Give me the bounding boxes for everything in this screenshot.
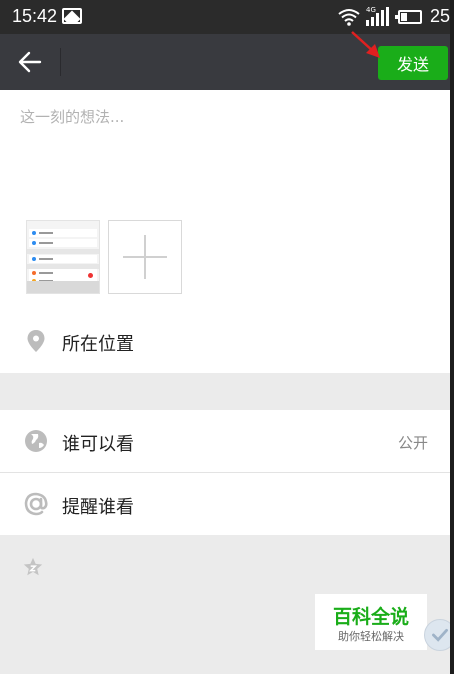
- visibility-value: 公开: [397, 434, 428, 452]
- watermark-logo: 百科全说 助你轻松解决: [315, 594, 427, 650]
- watermark-title: 百科全说: [332, 606, 409, 628]
- battery-level: 25: [430, 6, 451, 26]
- screen-edge: [450, 0, 454, 674]
- location-pin-icon: [27, 330, 45, 352]
- mention-label: 提醒谁看: [62, 497, 134, 518]
- add-photo-button[interactable]: [108, 220, 182, 294]
- battery-icon: [395, 10, 422, 24]
- thumb-footer: [27, 281, 99, 293]
- globe-icon: [25, 430, 47, 452]
- back-arrow-icon[interactable]: [18, 50, 42, 74]
- status-time: 15:42: [12, 6, 58, 26]
- attached-photo-thumbnail[interactable]: [26, 220, 100, 294]
- location-row[interactable]: 所在位置: [0, 310, 454, 372]
- thumb-row: [29, 229, 97, 237]
- post-text-input[interactable]: 这一刻的想法...: [20, 106, 124, 127]
- at-sign-icon: [24, 492, 48, 516]
- toolbar-divider: [60, 48, 61, 76]
- annotation-arrow: [351, 31, 380, 58]
- thumb-row: [29, 239, 97, 247]
- location-label: 所在位置: [62, 334, 134, 355]
- visibility-label: 谁可以看: [62, 434, 134, 455]
- thumb-badge: [88, 273, 93, 278]
- visibility-row[interactable]: 谁可以看 公开: [0, 410, 454, 472]
- thumb-row: [29, 269, 97, 277]
- thumb-separator: [27, 249, 99, 254]
- signal-icon: 4G: [366, 6, 390, 26]
- image-icon: [62, 8, 82, 24]
- mention-row[interactable]: 提醒谁看: [0, 473, 454, 535]
- watermark-subtitle: 助你轻松解决: [338, 630, 404, 643]
- network-type-label: 4G: [366, 6, 376, 14]
- star-icon[interactable]: [22, 556, 44, 578]
- wifi-icon: [338, 9, 360, 26]
- thumb-row: [29, 255, 97, 263]
- send-button[interactable]: 发送: [378, 46, 448, 80]
